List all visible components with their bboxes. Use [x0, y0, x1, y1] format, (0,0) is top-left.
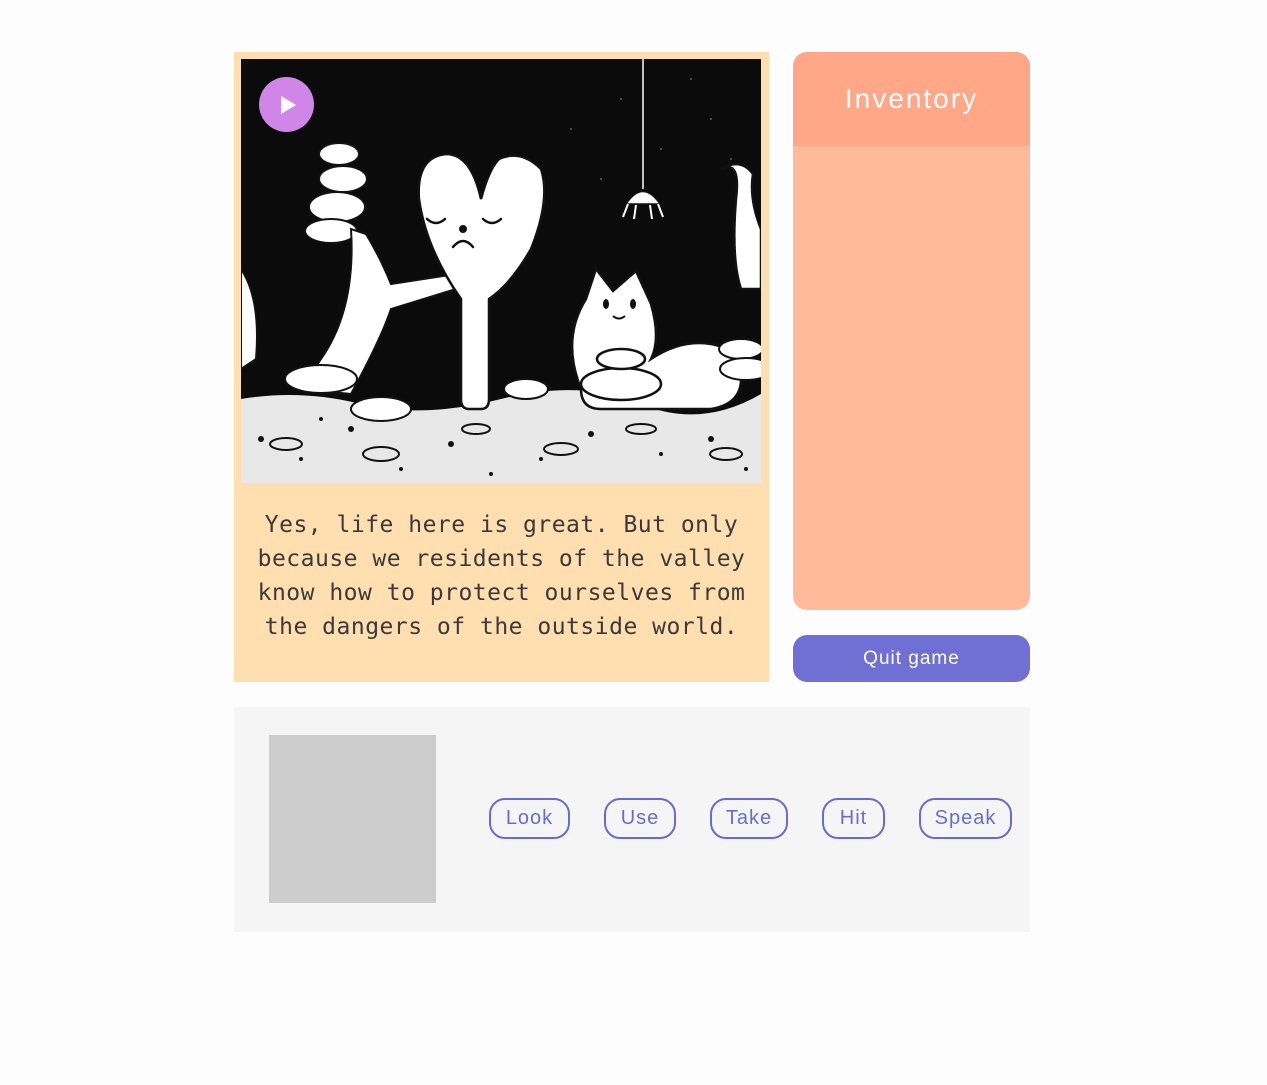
inventory-panel: Inventory: [793, 52, 1030, 610]
speak-button[interactable]: Speak: [919, 798, 1012, 839]
narration-text: Yes, life here is great. But only becaus…: [257, 512, 746, 640]
quit-game-button[interactable]: Quit game: [793, 635, 1030, 682]
play-audio-button[interactable]: [259, 77, 314, 132]
action-panel: Look Use Take Hit Speak: [234, 707, 1030, 932]
look-button[interactable]: Look: [489, 798, 570, 839]
game-screen: Yes, life here is great. But only becaus…: [0, 0, 1267, 1085]
scene-card: Yes, life here is great. But only becaus…: [234, 52, 769, 682]
play-icon: [280, 95, 296, 114]
hit-button[interactable]: Hit: [822, 798, 885, 839]
scene-artwork: [241, 59, 761, 483]
use-button[interactable]: Use: [604, 798, 676, 839]
scene-illustration[interactable]: [241, 59, 761, 483]
inventory-slots[interactable]: [793, 146, 1030, 610]
selected-item-slot[interactable]: [269, 735, 436, 903]
inventory-title: Inventory: [793, 52, 1030, 146]
take-button[interactable]: Take: [710, 798, 788, 839]
